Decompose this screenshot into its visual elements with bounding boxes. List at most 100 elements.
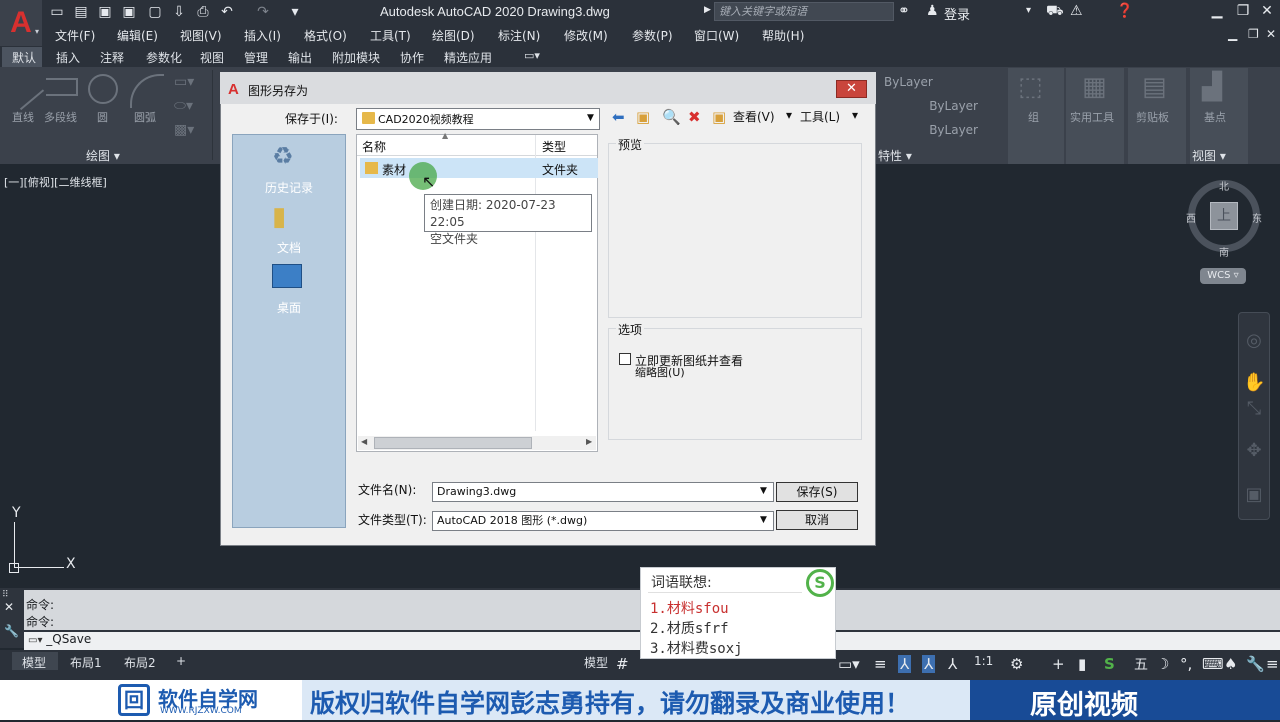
polyline-tool-icon[interactable] (46, 78, 78, 96)
new-folder-icon[interactable]: ▣ (712, 108, 726, 126)
application-menu-button[interactable]: A ▾ (0, 0, 42, 46)
login-link[interactable]: 登录 (944, 4, 970, 23)
wcs-menu[interactable]: WCS ▿ (1200, 268, 1246, 284)
close-window-button[interactable]: ✕ (1256, 3, 1278, 19)
basepoint-icon[interactable]: ▟ (1202, 72, 1222, 102)
plus-icon[interactable]: + (1052, 655, 1065, 673)
menu-window[interactable]: 窗口(W) (694, 27, 739, 44)
tab-annotate[interactable]: 注释 (100, 49, 124, 66)
linetype-dropdown[interactable]: ByLayer (878, 96, 1002, 116)
properties-group-title[interactable]: 特性 ▾ (878, 147, 912, 164)
history-icon[interactable]: ♻ (272, 142, 302, 170)
moon-icon[interactable]: ☽ (1156, 655, 1169, 673)
tab-output[interactable]: 输出 (288, 49, 312, 66)
place-desktop[interactable]: 桌面 (232, 299, 346, 316)
menu-dimension[interactable]: 标注(N) (498, 27, 540, 44)
dropdown-arrow-icon[interactable]: ▼ (587, 113, 594, 123)
delete-icon[interactable]: ✖ (688, 108, 701, 126)
save-icon[interactable]: ▣ (96, 3, 114, 21)
open-folder-icon[interactable]: ▤ (72, 3, 90, 21)
restore-window-button[interactable]: ❐ (1232, 3, 1254, 19)
menu-view[interactable]: 视图(V) (180, 27, 222, 44)
up-folder-icon[interactable]: ▣ (636, 108, 650, 126)
menu-modify[interactable]: 修改(M) (564, 27, 608, 44)
showmotion-icon[interactable]: ▣ (1243, 484, 1265, 506)
desktop-icon[interactable] (272, 264, 302, 288)
circle-tool-label[interactable]: 圆 (97, 109, 108, 125)
web-mobile-icon[interactable]: ▢ (146, 3, 164, 21)
column-name[interactable]: 名称 (362, 138, 386, 155)
binoculars-icon[interactable]: ⚭ (898, 3, 910, 19)
tab-insert[interactable]: 插入 (56, 49, 80, 66)
viewcube-top-face[interactable]: 上 (1210, 202, 1238, 230)
place-history[interactable]: 历史记录 (232, 179, 346, 196)
connect-icon[interactable]: ⚠ (1070, 3, 1083, 19)
filetype-dropdown-icon[interactable]: ▼ (760, 515, 767, 525)
column-type[interactable]: 类型 (542, 138, 566, 155)
filename-input[interactable]: Drawing3.dwg (432, 482, 774, 502)
clipboard-icon[interactable]: ▤ (1142, 72, 1167, 102)
autoscale-icon[interactable]: ⅄ (922, 655, 936, 673)
add-layout-button[interactable]: + (176, 654, 186, 668)
basepoint-label[interactable]: 基点 (1204, 109, 1226, 125)
lineweight-icon[interactable]: ≡ (874, 655, 887, 673)
ellipse-tool-icon[interactable]: ⬭▾ (174, 98, 193, 114)
view-group-title[interactable]: 视图 ▾ (1192, 147, 1226, 164)
menu-parametric[interactable]: 参数(P) (632, 27, 673, 44)
view-menu-arrow-icon[interactable]: ▾ (786, 108, 792, 122)
grid-icon[interactable]: # (616, 655, 629, 673)
line-tool-label[interactable]: 直线 (12, 109, 34, 125)
ime-logo-icon[interactable]: S (1104, 655, 1115, 673)
cart-icon[interactable]: ⛟ (1046, 3, 1064, 21)
ime-candidate[interactable]: 1.材料sfou (650, 598, 729, 618)
color-dropdown[interactable]: ByLayer (878, 72, 1002, 92)
save-as-icon[interactable]: ▣ (120, 3, 138, 21)
doc-restore-button[interactable]: ❐ (1248, 27, 1259, 41)
print-icon[interactable]: ⎙ (194, 3, 212, 21)
menu-draw[interactable]: 绘图(D) (432, 27, 475, 44)
steering-wheel-icon[interactable]: ◎ (1243, 330, 1265, 352)
doc-close-button[interactable]: ✕ (1266, 27, 1276, 41)
properties-icon[interactable]: ▮ (1078, 655, 1086, 673)
menu-icon[interactable]: ≡ (1266, 655, 1279, 673)
tab-default[interactable]: 默认 (12, 49, 36, 66)
search-web-icon[interactable]: 🔍 (662, 108, 681, 126)
menu-tools[interactable]: 工具(T) (370, 27, 411, 44)
scroll-right-icon[interactable]: ▶ (586, 437, 592, 446)
new-file-icon[interactable]: ▭ (48, 3, 66, 21)
orbit-icon[interactable]: ✥ (1243, 440, 1265, 462)
ime-mode[interactable]: 五 (1134, 654, 1148, 674)
undo-icon[interactable]: ↶ (218, 3, 236, 21)
quick-access-dropdown-icon[interactable]: ▾ (286, 3, 304, 21)
plot-export-icon[interactable]: ⇩ (170, 3, 188, 21)
place-documents[interactable]: 文档 (232, 239, 346, 256)
group-icon[interactable]: ⬚ (1018, 72, 1043, 102)
tools-menu[interactable]: 工具(L) (800, 108, 840, 125)
menu-format[interactable]: 格式(O) (304, 27, 347, 44)
tab-parametric[interactable]: 参数化 (146, 49, 182, 66)
help-icon[interactable]: ❓ (1116, 3, 1133, 19)
viewport-controls[interactable]: [一][俯视][二维线框] (4, 174, 107, 190)
search-input[interactable]: 键入关键字或短语 (714, 2, 894, 21)
scrollbar-thumb[interactable] (374, 437, 532, 449)
menu-help[interactable]: 帮助(H) (762, 27, 804, 44)
annotation-visibility-icon[interactable]: ⅄ (898, 655, 912, 673)
filetype-select[interactable]: AutoCAD 2018 图形 (*.dwg) (432, 511, 774, 531)
checkbox-label-line2[interactable]: 缩略图(U) (635, 364, 685, 380)
menu-insert[interactable]: 插入(I) (244, 27, 281, 44)
draw-group-title[interactable]: 绘图 ▾ (86, 147, 120, 164)
user-icon[interactable]: ♟ (926, 3, 939, 19)
annotation-scale[interactable]: 1:1 (974, 654, 993, 668)
model-space-button[interactable]: 模型 (584, 654, 608, 671)
save-button[interactable]: 保存(S) (776, 482, 858, 502)
hatch-tool-icon[interactable]: ▩▾ (174, 122, 194, 138)
layout-tab-layout1[interactable]: 布局1 (70, 654, 102, 671)
pan-icon[interactable]: ✋ (1243, 372, 1265, 394)
tab-addins[interactable]: 附加模块 (332, 49, 380, 66)
zoom-extents-icon[interactable]: ⤡ (1243, 398, 1265, 420)
polyline-tool-label[interactable]: 多段线 (44, 109, 77, 125)
calculator-icon[interactable]: ▦ (1082, 72, 1107, 102)
menu-edit[interactable]: 编辑(E) (117, 27, 158, 44)
ime-candidate[interactable]: 2.材质sfrf (650, 618, 729, 638)
layout-tab-layout2[interactable]: 布局2 (124, 654, 156, 671)
